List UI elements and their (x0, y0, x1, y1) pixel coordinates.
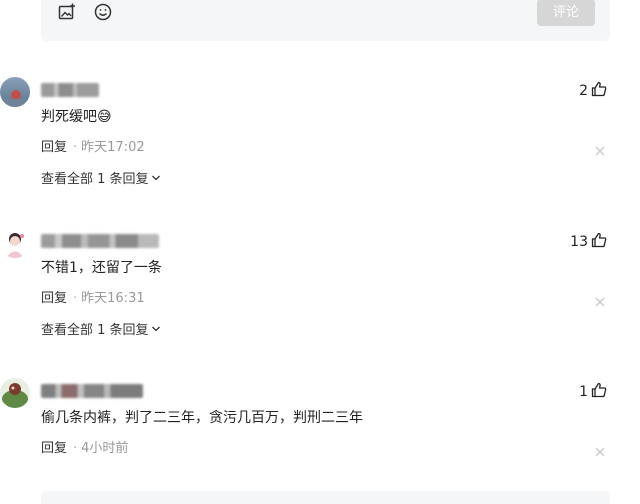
chevron-down-icon (151, 171, 161, 189)
avatar[interactable] (0, 228, 30, 258)
comment-text: 偷几条内裤，判了二三年，贪污几百万，判刑二三年 (41, 410, 363, 426)
comment-item: 13 不错1，还留了一条 回复 · 昨天16:31 查看全部 1 条回复 (0, 228, 640, 368)
comment-section: 评论 2 判死缓吧😅 回复 · 昨天17:02 查看全部 1 条回复 13 不错… (0, 0, 640, 504)
username-blurred[interactable] (41, 234, 159, 248)
reply-button[interactable]: 回复 (41, 441, 67, 456)
timestamp: 4小时前 (81, 441, 129, 456)
reply-button[interactable]: 回复 (41, 291, 67, 306)
separator-dot: · (73, 291, 78, 306)
like-button[interactable]: 1 (579, 382, 607, 402)
like-count: 2 (579, 83, 588, 99)
like-button[interactable]: 13 (570, 232, 607, 252)
comment-meta: 回复 · 昨天17:02 (41, 139, 145, 157)
view-all-replies-link[interactable]: 查看全部 1 条回复 (41, 171, 161, 189)
close-icon[interactable] (594, 293, 606, 307)
sweat-smile-emoji: 😅 (97, 109, 112, 125)
comment-meta: 回复 · 4小时前 (41, 440, 128, 458)
view-all-replies-link[interactable]: 查看全部 1 条回复 (41, 322, 161, 340)
reply-button[interactable]: 回复 (41, 140, 67, 155)
username-blurred[interactable] (41, 83, 99, 97)
close-icon[interactable] (594, 142, 606, 156)
image-add-icon[interactable] (57, 2, 77, 22)
comment-text: 判死缓吧😅 (41, 109, 112, 125)
next-comment-box (41, 491, 610, 504)
chevron-down-icon (151, 322, 161, 340)
smiley-icon[interactable] (93, 2, 113, 22)
like-count: 1 (579, 384, 588, 400)
thumbs-up-icon (591, 382, 607, 402)
close-icon[interactable] (594, 443, 606, 457)
comment-text: 不错1，还留了一条 (41, 260, 162, 276)
separator-dot: · (73, 140, 78, 155)
comment-item: 1 偷几条内裤，判了二三年，贪污几百万，判刑二三年 回复 · 4小时前 (0, 378, 640, 504)
thumbs-up-icon (591, 232, 607, 252)
timestamp: 昨天16:31 (81, 291, 145, 306)
separator-dot: · (73, 441, 78, 456)
avatar[interactable] (0, 77, 30, 107)
comment-item: 2 判死缓吧😅 回复 · 昨天17:02 查看全部 1 条回复 (0, 77, 640, 217)
username-blurred[interactable] (41, 384, 143, 398)
comment-composer[interactable]: 评论 (41, 0, 610, 41)
timestamp: 昨天17:02 (81, 140, 145, 155)
submit-comment-button[interactable]: 评论 (537, 0, 595, 26)
like-button[interactable]: 2 (579, 81, 607, 101)
thumbs-up-icon (591, 81, 607, 101)
avatar[interactable] (0, 378, 30, 408)
like-count: 13 (570, 234, 588, 250)
comment-meta: 回复 · 昨天16:31 (41, 290, 145, 308)
